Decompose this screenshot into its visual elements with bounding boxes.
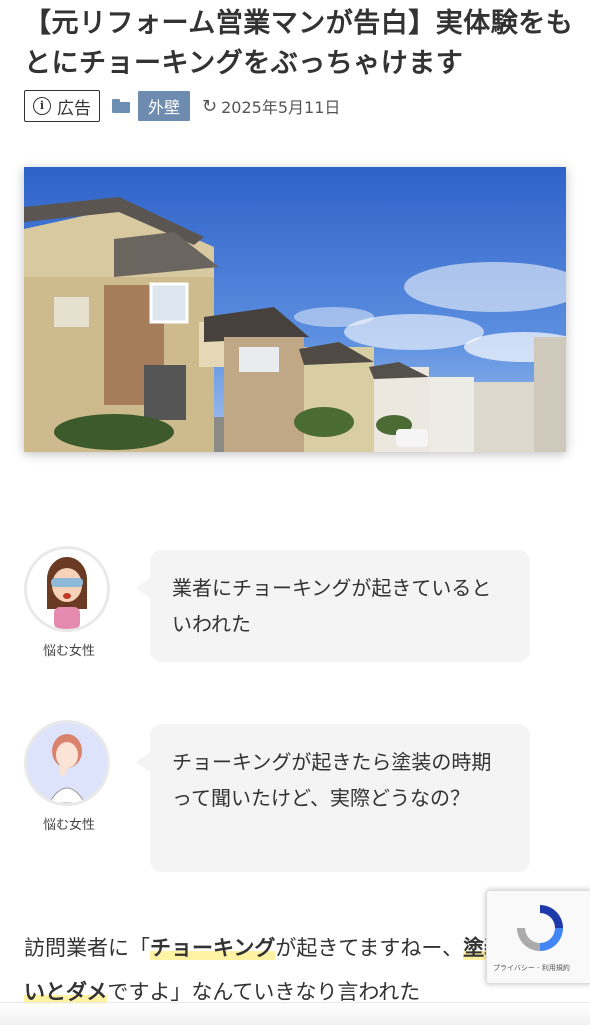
ad-badge: i 広告 (24, 90, 100, 122)
text-run: 訪問業者に「 (24, 936, 150, 960)
recaptcha-badge[interactable]: プライバシー - 利用規約 (486, 890, 590, 984)
category-link[interactable]: 外壁 (138, 91, 191, 121)
text-run: が起きてますねー、 (275, 936, 464, 960)
hero-image (24, 167, 566, 452)
article-paragraph: 訪問業者に「チョーキングが起きてますねー、塗装しないとダメですよ」なんていきなり… (24, 926, 564, 1014)
recaptcha-icon (517, 905, 563, 951)
speech-balloon: 悩む女性 業者にチョーキングが起きているといわれた (24, 546, 534, 666)
ad-label: 広告 (57, 98, 91, 119)
avatar (24, 720, 110, 806)
speech-balloon: 悩む女性 チョーキングが起きたら塗装の時期って聞いたけど、実際どうなの？ (24, 720, 534, 872)
recaptcha-links[interactable]: プライバシー - 利用規約 (493, 963, 570, 973)
avatar (24, 546, 110, 632)
bottom-bar (0, 1002, 590, 1025)
article-title: 【元リフォーム営業マンが告白】実体験をもとにチョーキングをぶっちゃけます (24, 8, 574, 79)
highlight-text: チョーキング (150, 936, 276, 960)
info-icon: i (33, 97, 51, 115)
updated-date: 2025年5月11日 (221, 98, 341, 117)
refresh-icon: ↻ (202, 95, 218, 117)
speaker-name: 悩む女性 (42, 644, 95, 659)
article-meta: i 広告 外壁 ↻ 2025年5月11日 (24, 88, 340, 124)
folder-icon (112, 99, 130, 113)
speech-bubble: チョーキングが起きたら塗装の時期って聞いたけど、実際どうなの？ (136, 724, 530, 872)
speaker-name: 悩む女性 (42, 818, 95, 833)
text-run: ですよ」なんていきなり言われた (107, 980, 421, 1004)
speech-bubble: 業者にチョーキングが起きているといわれた (136, 550, 530, 662)
